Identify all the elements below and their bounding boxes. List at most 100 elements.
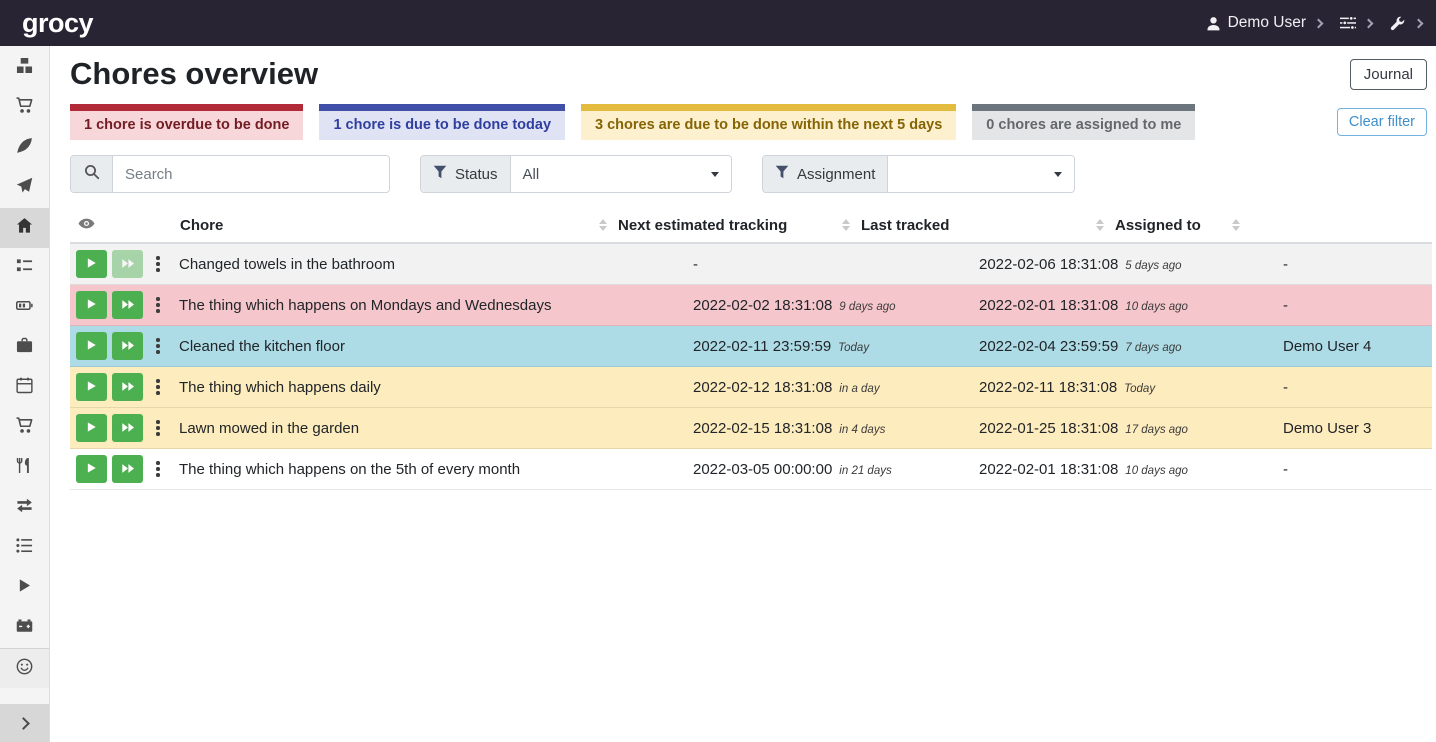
chores-table: Chore Next estimated tracking Last track… [70, 208, 1432, 490]
sidebar-item-consume[interactable] [0, 448, 49, 488]
banner-assigned[interactable]: 0 chores are assigned to me [972, 104, 1195, 140]
next-tracking-cell: - [693, 256, 979, 273]
skip-chore-button[interactable] [112, 332, 143, 360]
last-tracked-relative: Today [1124, 383, 1155, 395]
row-menu-button[interactable] [149, 333, 167, 359]
track-chore-button[interactable] [76, 414, 107, 442]
track-chore-button[interactable] [76, 250, 107, 278]
grocy-logo[interactable]: grocy [22, 8, 93, 39]
table-row: Cleaned the kitchen floor 2022-02-11 23:… [70, 326, 1432, 367]
sidebar-item-recipes[interactable] [0, 128, 49, 168]
next-tracking-cell: 2022-02-12 18:31:08 in a day [693, 379, 979, 396]
sidebar-item-tasks[interactable] [0, 248, 49, 288]
sidebar-item-user-settings[interactable] [0, 648, 49, 688]
sidebar-item-batteries-overview[interactable] [0, 288, 49, 328]
row-menu-button[interactable] [149, 374, 167, 400]
banner-today[interactable]: 1 chore is due to be done today [319, 104, 565, 140]
column-visibility-toggle[interactable] [70, 215, 178, 236]
row-actions [70, 291, 178, 319]
assigned-to: Demo User 3 [1283, 420, 1432, 437]
status-select[interactable]: All [511, 156, 731, 192]
last-tracked-time: 2022-01-25 18:31:08 [979, 420, 1118, 437]
row-menu-button[interactable] [149, 292, 167, 318]
column-header-assigned-to[interactable]: Assigned to [1113, 208, 1249, 242]
list-icon [16, 537, 33, 559]
filter-row: Status All Assignment [70, 155, 1432, 193]
sidebar [0, 46, 50, 742]
next-tracking-time: 2022-03-05 00:00:00 [693, 461, 832, 478]
table-row: Lawn mowed in the garden 2022-02-15 18:3… [70, 408, 1432, 449]
fast-forward-icon [121, 421, 135, 436]
assignment-filter-label: Assignment [763, 156, 888, 192]
column-header-chore[interactable]: Chore [178, 208, 616, 242]
fast-forward-icon [121, 339, 135, 354]
assigned-to: Demo User 4 [1283, 338, 1432, 355]
settings-menu[interactable] [1340, 15, 1372, 31]
sidebar-item-stock-overview[interactable] [0, 48, 49, 88]
sidebar-item-transfer[interactable] [0, 488, 49, 528]
sidebar-item-equipment[interactable] [0, 328, 49, 368]
sidebar-item-purchase[interactable] [0, 408, 49, 448]
last-tracked-relative: 10 days ago [1125, 301, 1188, 313]
assigned-to: - [1283, 461, 1432, 478]
last-tracked-relative: 5 days ago [1125, 260, 1181, 272]
play-icon [86, 421, 97, 436]
next-tracking-cell: 2022-02-11 23:59:59 Today [693, 338, 979, 355]
sidebar-item-calendar[interactable] [0, 368, 49, 408]
next-tracking-relative: in 21 days [839, 465, 891, 477]
row-actions [70, 373, 178, 401]
shopping-cart-icon [16, 417, 33, 439]
next-tracking-time: 2022-02-02 18:31:08 [693, 297, 832, 314]
sidebar-item-inventory[interactable] [0, 528, 49, 568]
sidebar-item-chores-overview[interactable] [0, 208, 49, 248]
column-header-last-tracked[interactable]: Last tracked [859, 208, 1113, 242]
next-tracking-time: 2022-02-11 23:59:59 [693, 338, 831, 355]
status-filter-label: Status [421, 156, 511, 192]
user-menu[interactable]: Demo User [1206, 14, 1322, 32]
skip-chore-button[interactable] [112, 373, 143, 401]
sort-icon [842, 219, 850, 231]
track-chore-button[interactable] [76, 455, 107, 483]
sidebar-item-battery-tracking[interactable] [0, 608, 49, 648]
calendar-icon [16, 377, 33, 399]
quill-icon [16, 137, 33, 159]
caret-down-icon [711, 172, 719, 177]
skip-chore-button[interactable] [112, 414, 143, 442]
column-header-next-tracking[interactable]: Next estimated tracking [616, 208, 859, 242]
chevron-right-icon [1364, 18, 1374, 28]
sort-icon [599, 219, 607, 231]
last-tracked-relative: 10 days ago [1125, 465, 1188, 477]
search-group [70, 155, 390, 193]
row-menu-button[interactable] [149, 415, 167, 441]
expand-sidebar-button[interactable] [0, 704, 49, 742]
next-tracking-time: 2022-02-12 18:31:08 [693, 379, 832, 396]
banner-overdue[interactable]: 1 chore is overdue to be done [70, 104, 303, 140]
journal-button[interactable]: Journal [1350, 59, 1427, 90]
sidebar-item-chore-tracking[interactable] [0, 568, 49, 608]
track-chore-button[interactable] [76, 332, 107, 360]
last-tracked-cell: 2022-02-11 18:31:08 Today [979, 379, 1283, 396]
sidebar-item-meal-plan[interactable] [0, 168, 49, 208]
search-input[interactable] [113, 156, 389, 192]
admin-menu[interactable] [1390, 15, 1422, 31]
clear-filter-button[interactable]: Clear filter [1337, 108, 1427, 136]
play-icon [17, 578, 32, 598]
next-tracking-cell: 2022-03-05 00:00:00 in 21 days [693, 461, 979, 478]
caret-down-icon [1054, 172, 1062, 177]
row-actions [70, 455, 178, 483]
sidebar-item-shopping-list[interactable] [0, 88, 49, 128]
next-tracking-relative: in a day [839, 383, 879, 395]
chore-name: Changed towels in the bathroom [178, 256, 693, 273]
track-chore-button[interactable] [76, 373, 107, 401]
search-icon-box [71, 156, 113, 192]
skip-chore-button[interactable] [112, 455, 143, 483]
skip-chore-button[interactable] [112, 291, 143, 319]
banner-soon[interactable]: 3 chores are due to be done within the n… [581, 104, 956, 140]
assignment-select[interactable] [888, 156, 1074, 192]
last-tracked-cell: 2022-02-01 18:31:08 10 days ago [979, 461, 1283, 478]
row-menu-button[interactable] [149, 456, 167, 482]
skip-chore-button[interactable] [112, 250, 143, 278]
row-menu-button[interactable] [149, 251, 167, 277]
column-header-label: Assigned to [1115, 217, 1201, 234]
track-chore-button[interactable] [76, 291, 107, 319]
